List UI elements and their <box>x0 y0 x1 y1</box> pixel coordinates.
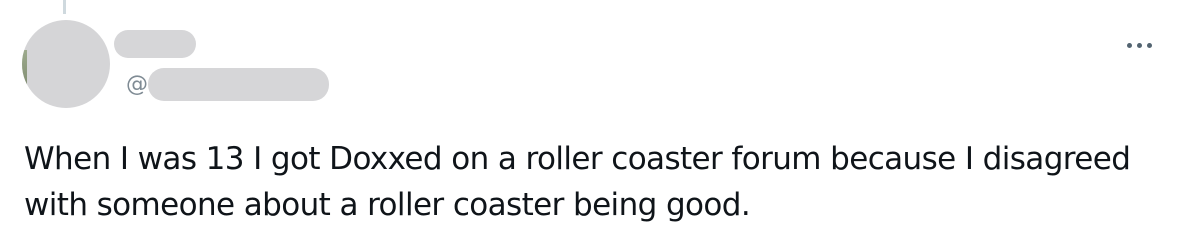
more-options-button[interactable] <box>1118 30 1160 60</box>
handle-prefix: @ <box>126 72 148 97</box>
avatar-image-edge <box>22 50 27 88</box>
thread-connector-line <box>63 0 66 14</box>
handle-redacted[interactable] <box>148 68 329 101</box>
post-text-line-1: When I was 13 I got Doxxed on a roller c… <box>24 141 1131 177</box>
post-text: When I was 13 I got Doxxed on a roller c… <box>24 136 1164 228</box>
avatar[interactable] <box>22 20 110 108</box>
display-name-redacted[interactable] <box>114 30 196 58</box>
more-horizontal-icon <box>1126 42 1152 48</box>
post-text-line-2: with someone about a roller coaster bein… <box>24 187 751 223</box>
